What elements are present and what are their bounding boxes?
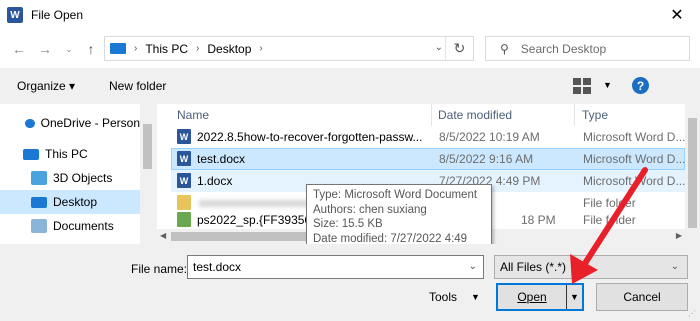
annotation-arrow-icon [570,167,648,284]
